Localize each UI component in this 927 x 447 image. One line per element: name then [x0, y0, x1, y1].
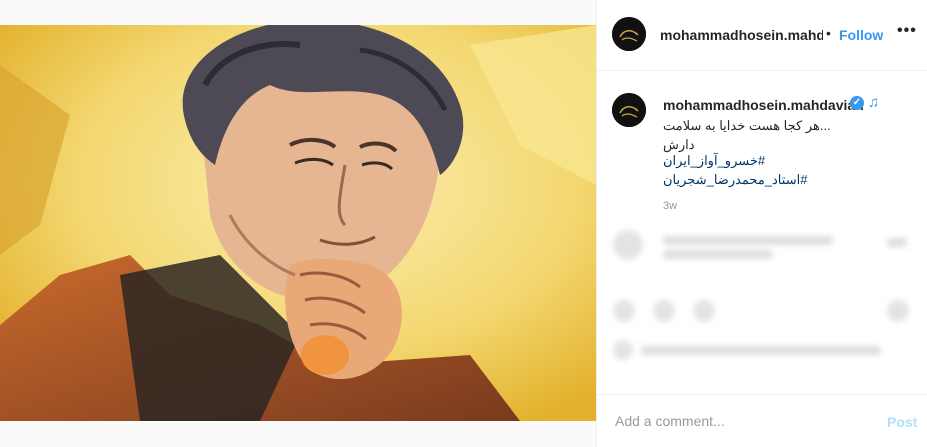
portrait-illustration [0, 25, 596, 421]
calligraphy-logo-icon [612, 17, 646, 51]
blurred-comments-area [597, 228, 927, 393]
divider [597, 394, 927, 395]
verified-badge-icon: ✓ [850, 96, 864, 110]
header-username[interactable]: mohammadhosein.mahdavian [660, 27, 823, 43]
post-header: mohammadhosein.mahdavian • Follow ••• [597, 0, 927, 71]
post-details: mohammadhosein.mahdavian • Follow ••• mo… [596, 0, 927, 447]
blurred-text [663, 236, 833, 245]
post-button[interactable]: Post [887, 414, 917, 430]
more-options-icon[interactable]: ••• [897, 22, 917, 40]
hashtag-link[interactable]: #خسرو_آواز_ایران [663, 151, 765, 170]
hashtag-link[interactable]: #استاد_محمدرضا_شجریان [663, 170, 807, 189]
caption-username[interactable]: mohammadhosein.mahdavian [663, 97, 864, 113]
post-timestamp[interactable]: 3w [663, 200, 677, 212]
blurred-icon [693, 300, 715, 322]
blurred-avatar [613, 340, 633, 360]
caption-text: ...هر کجا هست خدایا به سلامت دارش [663, 118, 831, 152]
caption-dot: . [663, 135, 667, 150]
separator-dot: • [826, 25, 831, 41]
blurred-text [641, 346, 881, 355]
blurred-avatar [613, 230, 643, 260]
blurred-text [887, 238, 907, 247]
comment-input[interactable] [613, 412, 857, 430]
media-pane [0, 0, 596, 447]
post-image[interactable] [0, 25, 596, 421]
blurred-text [663, 250, 773, 259]
blurred-icon [653, 300, 675, 322]
follow-button[interactable]: Follow [839, 27, 883, 43]
blurred-icon [613, 300, 635, 322]
music-note-icon: ♫ [868, 94, 880, 111]
caption-avatar[interactable] [612, 93, 646, 127]
avatar[interactable] [612, 17, 646, 51]
blurred-icon [887, 300, 909, 322]
calligraphy-logo-icon [612, 93, 646, 127]
